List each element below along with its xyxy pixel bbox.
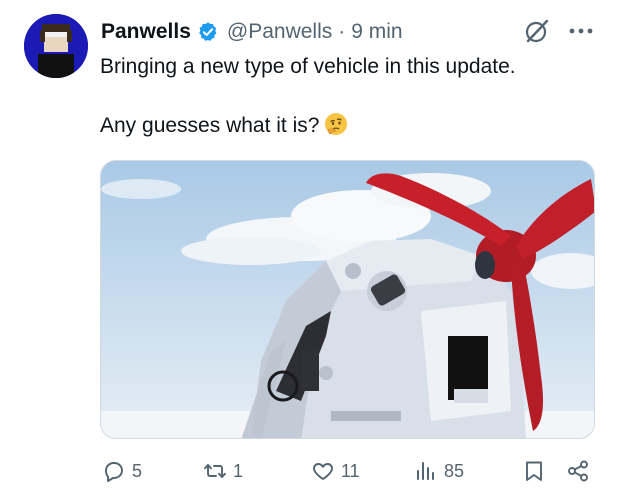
reply-count: 5 (132, 460, 143, 481)
views-button[interactable]: 85 (414, 456, 464, 486)
post-actions-bar: 5 1 11 85 (100, 456, 595, 486)
share-button[interactable] (566, 456, 590, 486)
repost-button[interactable]: 1 (203, 456, 243, 486)
post-text-line: Any guesses what it is? (100, 111, 600, 141)
like-button[interactable]: 11 (311, 456, 360, 486)
reply-icon (105, 462, 123, 482)
views-count: 85 (444, 460, 465, 481)
thinking-face-icon (323, 111, 349, 137)
more-options-icon[interactable] (568, 24, 594, 38)
post-question: Any guesses what it is? (100, 114, 320, 137)
views-chart-icon (417, 462, 434, 480)
grok-icon[interactable] (524, 18, 550, 44)
like-count: 11 (341, 460, 360, 481)
post-text: Bringing a new type of vehicle in this u… (100, 52, 600, 141)
post-timestamp[interactable]: 9 min (351, 20, 402, 44)
bookmark-button[interactable] (522, 456, 546, 486)
author-handle[interactable]: @Panwells (227, 20, 332, 44)
avatar[interactable] (24, 14, 88, 78)
separator-dot: · (338, 20, 346, 43)
post-text-line: Bringing a new type of vehicle in this u… (100, 55, 516, 78)
repost-icon (204, 464, 226, 478)
bookmark-icon (526, 461, 542, 481)
heart-icon (313, 463, 333, 480)
repost-count: 1 (233, 460, 244, 481)
share-icon (568, 460, 588, 482)
post-media-image[interactable] (100, 160, 595, 439)
verified-badge-icon[interactable] (197, 21, 219, 43)
author-display-name[interactable]: Panwells (101, 20, 191, 44)
post-header: Panwells @Panwells · 9 min (101, 17, 403, 47)
reply-button[interactable]: 5 (102, 456, 142, 486)
